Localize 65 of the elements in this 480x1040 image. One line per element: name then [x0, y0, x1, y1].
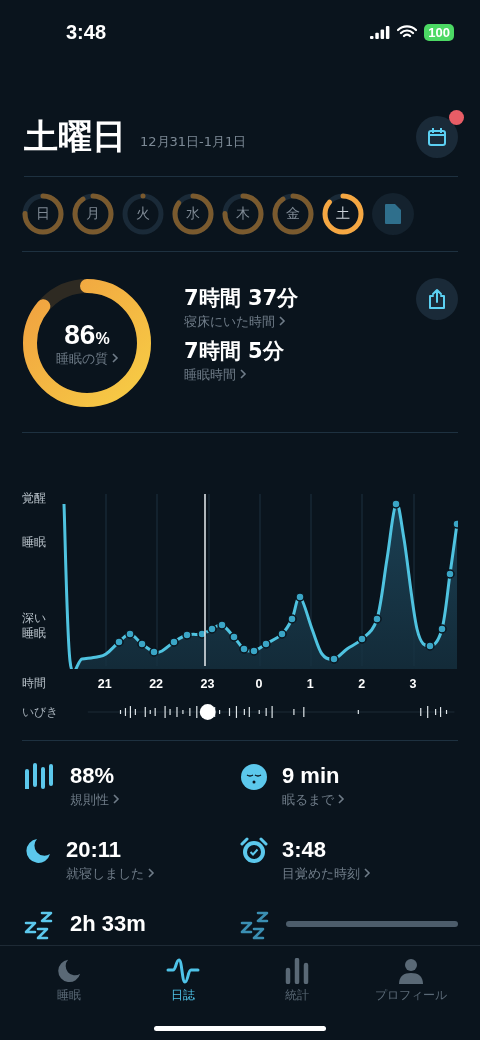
metric-value: 20:11	[66, 837, 123, 863]
calendar-button[interactable]	[416, 116, 458, 158]
duration-value: 7時間 5分	[184, 338, 285, 365]
tab[interactable]: 統計	[240, 946, 354, 1040]
chevron-icon	[113, 794, 120, 804]
date-range: 12月31日-1月1日	[140, 133, 248, 151]
person-icon	[398, 958, 424, 984]
tab[interactable]: 睡眠	[12, 946, 126, 1040]
metric-value: 9 min	[282, 763, 341, 789]
day-title: 土曜日	[24, 115, 126, 158]
detail-link[interactable]: 睡眠の質	[55, 350, 119, 368]
signal-icon	[370, 25, 391, 39]
moon-icon	[24, 837, 52, 865]
bars-icon	[24, 763, 56, 789]
detail-link[interactable]: 就寝しました	[66, 866, 155, 883]
x-axis-title: 時間	[22, 675, 47, 692]
day-ring[interactable]: 木	[222, 193, 264, 235]
bar-chart-icon	[284, 958, 310, 984]
status-time: 3:48	[66, 20, 107, 44]
chevron-icon	[279, 316, 286, 326]
detail-link[interactable]: 目覚めた時刻	[282, 866, 371, 883]
metric-value: 88%	[70, 763, 116, 789]
x-axis-label: 0	[254, 676, 264, 691]
day-ring[interactable]: 水	[172, 193, 214, 235]
tab[interactable]: プロフィール	[354, 946, 468, 1040]
x-axis-label: 3	[408, 676, 418, 691]
wave-icon	[166, 958, 200, 984]
detail-link[interactable]: 規則性	[70, 792, 120, 809]
chevron-icon	[148, 868, 155, 878]
share-icon	[427, 288, 447, 310]
wifi-icon	[397, 25, 418, 39]
metric-value: 2h 33m	[70, 911, 146, 937]
day-ring[interactable]: 日	[22, 193, 64, 235]
sleeping-face-icon	[240, 763, 268, 791]
duration-value: 7時間 37分	[184, 285, 300, 312]
y-axis-label: 睡眠	[22, 535, 46, 550]
x-axis-label: 22	[148, 676, 165, 691]
tab[interactable]: 日誌	[126, 946, 240, 1040]
day-ring[interactable]: 月	[72, 193, 114, 235]
document-icon	[384, 203, 402, 225]
metric-value: 3:48	[282, 837, 328, 863]
chevron-icon	[364, 868, 371, 878]
battery-level: 100	[424, 23, 454, 41]
alarm-clock-icon	[240, 837, 268, 865]
x-axis-label: 1	[305, 676, 315, 691]
day-ring[interactable]: 金	[272, 193, 314, 235]
x-axis-label: 21	[96, 676, 113, 691]
chevron-icon	[111, 352, 119, 363]
detail-link[interactable]: 睡眠時間	[184, 367, 416, 384]
day-ring[interactable]: 土	[322, 193, 364, 235]
y-axis-label: 深い睡眠	[22, 611, 46, 641]
quality-score: 86%	[64, 318, 110, 351]
report-button[interactable]	[372, 193, 414, 235]
x-axis-label: 2	[357, 676, 367, 691]
snore-label: いびき	[22, 703, 59, 721]
share-button[interactable]	[416, 278, 458, 320]
detail-link[interactable]: 眠るまで	[282, 792, 345, 809]
chevron-icon	[338, 794, 345, 804]
calendar-icon	[427, 127, 447, 147]
x-axis-label: 23	[199, 676, 216, 691]
moon-icon	[56, 958, 82, 984]
detail-link[interactable]: 寝床にいた時間	[184, 314, 416, 331]
y-axis-label: 覚醒	[22, 491, 46, 506]
day-ring[interactable]: 火	[122, 193, 164, 235]
chevron-icon	[240, 369, 247, 379]
